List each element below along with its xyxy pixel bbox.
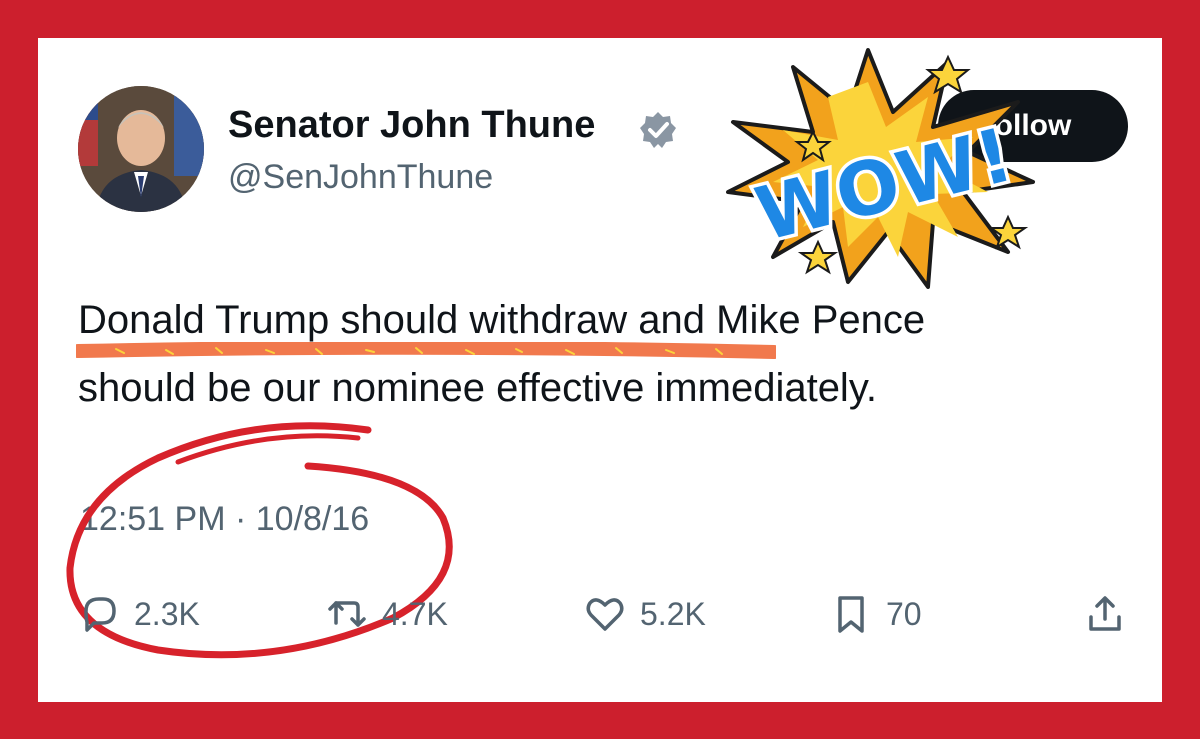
share-icon <box>1089 596 1121 631</box>
like-icon <box>586 598 624 631</box>
reply-icon <box>84 597 116 632</box>
handle[interactable]: @SenJohnThune <box>228 158 493 197</box>
like-count: 5.2K <box>640 595 706 632</box>
display-name[interactable]: Senator John Thune <box>228 104 595 147</box>
repost-button[interactable]: 4.7K <box>326 588 448 640</box>
timestamp[interactable]: 12:51 PM · 10/8/16 <box>80 500 369 539</box>
reply-count: 2.3K <box>134 595 200 632</box>
bookmark-button[interactable]: 70 <box>830 588 922 640</box>
avatar[interactable] <box>78 86 204 212</box>
tweet-text-line-1: Donald Trump should withdraw and Mike Pe… <box>78 298 926 342</box>
reply-button[interactable]: 2.3K <box>78 588 200 640</box>
tweet-card: Senator John Thune @SenJohnThune ollow W… <box>38 38 1162 702</box>
repost-count: 4.7K <box>382 595 448 632</box>
like-button[interactable]: 5.2K <box>584 588 706 640</box>
tweet-text-line-2: should be our nominee effective immediat… <box>78 366 877 410</box>
bookmark-count: 70 <box>886 595 922 632</box>
bookmark-icon <box>838 596 864 633</box>
share-button[interactable] <box>1084 588 1140 640</box>
repost-icon <box>328 601 366 627</box>
wow-sticker: WOW! <box>726 48 1035 289</box>
verified-badge-icon <box>640 112 676 148</box>
highlight-underline <box>76 342 776 359</box>
